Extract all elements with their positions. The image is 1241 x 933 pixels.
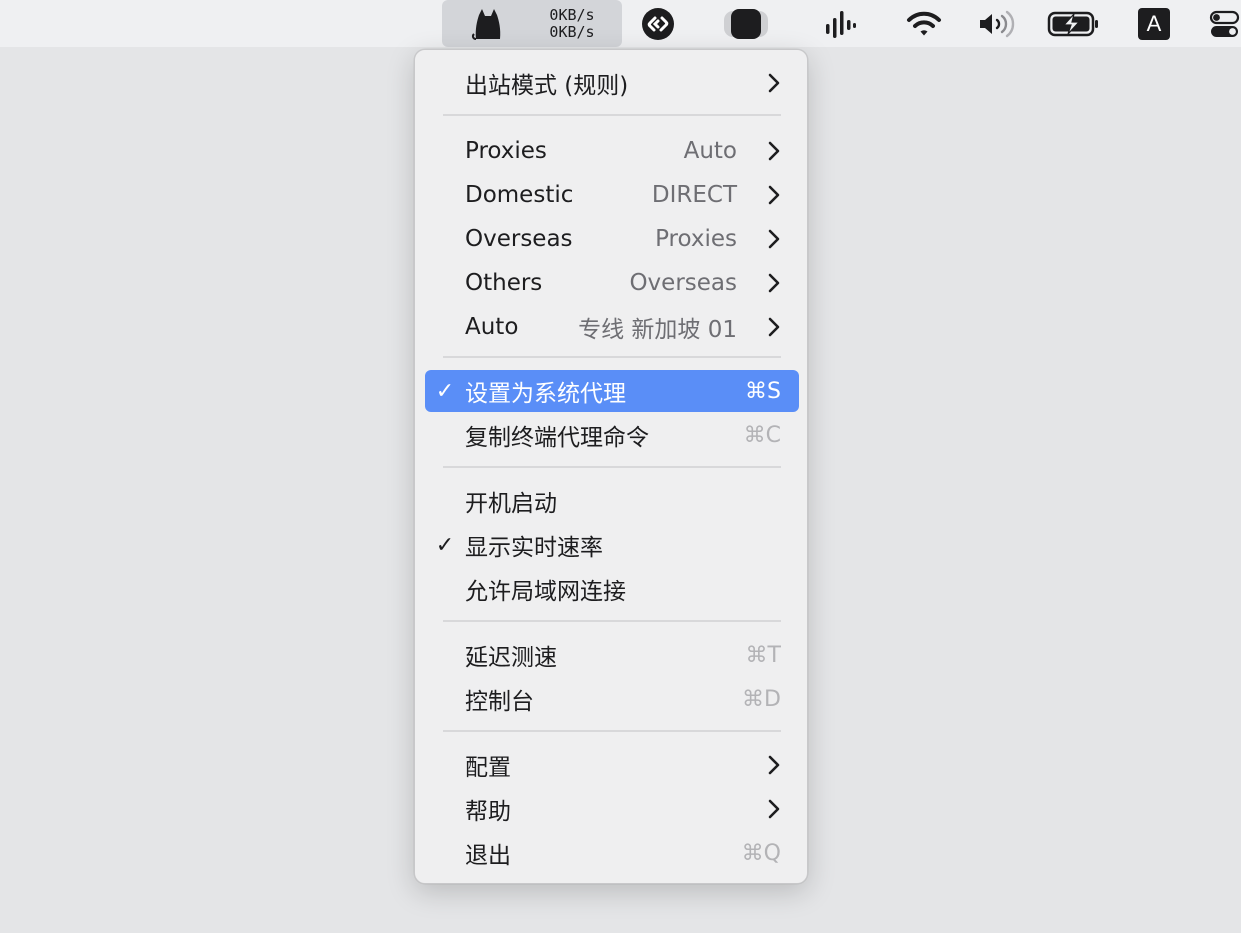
- menu-item-group-auto[interactable]: Auto 专线 新加坡 01: [425, 308, 799, 346]
- chevron-right-icon: [768, 229, 780, 249]
- menu-item-group-overseas[interactable]: Overseas Proxies: [425, 220, 799, 258]
- menu-item-label: 退出: [465, 843, 511, 869]
- audio-waves-icon[interactable]: [820, 0, 860, 47]
- group-value: Auto: [683, 138, 737, 164]
- battery-charging-icon[interactable]: [1046, 0, 1102, 47]
- menu-item-allow-lan[interactable]: 允许局域网连接: [425, 570, 799, 608]
- menu-item-label: 允许局域网连接: [465, 579, 626, 605]
- menu-item-quit[interactable]: 退出 ⌘Q: [425, 834, 799, 872]
- volume-icon[interactable]: [974, 0, 1018, 47]
- group-name: Proxies: [465, 138, 547, 164]
- download-speed: 0KB/s: [549, 23, 595, 41]
- menu-item-launch-at-login[interactable]: 开机启动: [425, 482, 799, 520]
- menu-item-copy-terminal-command[interactable]: 复制终端代理命令 ⌘C: [425, 416, 799, 454]
- menu-item-config[interactable]: 配置: [425, 746, 799, 784]
- menu-item-label: 复制终端代理命令: [465, 425, 649, 451]
- shazam-icon[interactable]: [638, 0, 678, 47]
- group-name: Auto: [465, 314, 519, 340]
- menu-item-group-proxies[interactable]: Proxies Auto: [425, 132, 799, 170]
- menu-item-dashboard[interactable]: 控制台 ⌘D: [425, 680, 799, 718]
- keyboard-shortcut: ⌘S: [745, 378, 781, 404]
- menu-item-group-others[interactable]: Others Overseas: [425, 264, 799, 302]
- menu-item-label: 显示实时速率: [465, 535, 603, 561]
- group-name: Domestic: [465, 182, 574, 208]
- group-value: 专线 新加坡 01: [578, 317, 737, 343]
- clash-cat-icon: [471, 9, 501, 40]
- clash-dropdown-menu: 出站模式 (规则) Proxies Auto Domestic DIRECT O…: [414, 49, 808, 884]
- menu-item-set-system-proxy[interactable]: ✓ 设置为系统代理 ⌘S: [425, 370, 799, 412]
- menu-item-label: 出站模式 (规则): [465, 73, 629, 99]
- keyboard-shortcut: ⌘Q: [741, 840, 781, 866]
- group-value: Overseas: [629, 270, 737, 296]
- menu-separator: [443, 356, 781, 358]
- input-source-item[interactable]: A: [1137, 0, 1171, 47]
- keyboard-shortcut: ⌘D: [742, 686, 781, 712]
- menu-item-show-speed[interactable]: ✓ 显示实时速率: [425, 526, 799, 564]
- control-center-icon[interactable]: [1207, 0, 1241, 47]
- menu-item-outbound-mode[interactable]: 出站模式 (规则): [425, 64, 799, 102]
- menu-separator: [443, 466, 781, 468]
- menu-separator: [443, 730, 781, 732]
- upload-speed: 0KB/s: [549, 6, 595, 24]
- menu-item-label: 控制台: [465, 689, 534, 715]
- checkmark-icon: ✓: [435, 532, 455, 558]
- chevron-right-icon: [768, 317, 780, 337]
- chevron-right-icon: [768, 73, 780, 93]
- chevron-right-icon: [768, 755, 780, 775]
- input-source-icon: A: [1138, 7, 1170, 40]
- menu-item-help[interactable]: 帮助: [425, 790, 799, 828]
- menu-separator: [443, 620, 781, 622]
- menu-item-label: 配置: [465, 755, 511, 781]
- group-name: Others: [465, 270, 543, 296]
- group-value: DIRECT: [651, 182, 737, 208]
- screen-mirror-icon[interactable]: [722, 0, 770, 47]
- menu-item-label: 开机启动: [465, 491, 557, 517]
- keyboard-shortcut: ⌘T: [745, 642, 781, 668]
- keyboard-shortcut: ⌘C: [743, 422, 781, 448]
- chevron-right-icon: [768, 799, 780, 819]
- speed-readout: 0KB/s 0KB/s: [542, 7, 602, 41]
- menu-separator: [443, 114, 781, 116]
- menu-item-group-domestic[interactable]: Domestic DIRECT: [425, 176, 799, 214]
- chevron-right-icon: [768, 273, 780, 293]
- chevron-right-icon: [768, 141, 780, 161]
- menu-item-label: 帮助: [465, 799, 511, 825]
- group-name: Overseas: [465, 226, 573, 252]
- clash-status-item[interactable]: 0KB/s 0KB/s: [442, 0, 622, 47]
- menu-item-benchmark[interactable]: 延迟测速 ⌘T: [425, 636, 799, 674]
- wifi-icon[interactable]: [904, 0, 944, 47]
- menu-item-label: 延迟测速: [465, 645, 557, 671]
- menu-item-label: 设置为系统代理: [465, 381, 626, 407]
- chevron-right-icon: [768, 185, 780, 205]
- menu-bar: 0KB/s 0KB/s A: [0, 0, 1241, 47]
- checkmark-icon: ✓: [435, 378, 455, 404]
- group-value: Proxies: [655, 226, 737, 252]
